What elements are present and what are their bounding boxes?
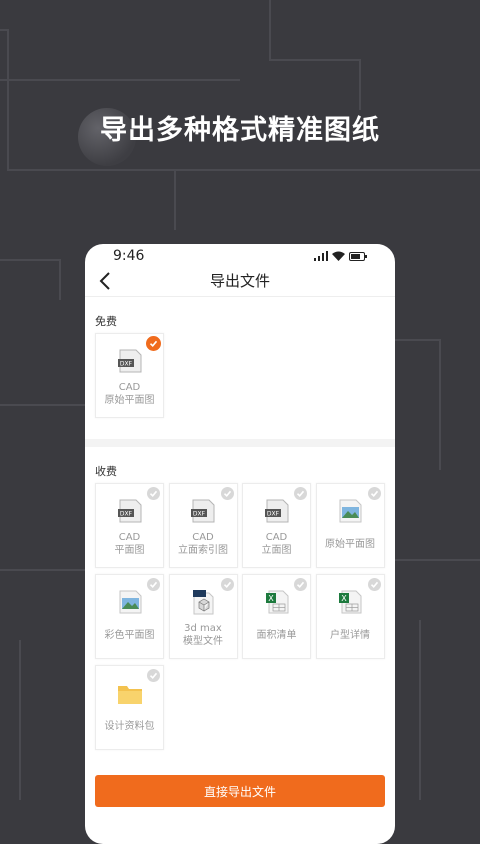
dxf-file-icon: DXF [191, 499, 215, 523]
wifi-icon [332, 251, 345, 261]
option-label-line1: 户型详情 [330, 630, 370, 641]
export-option-tile[interactable]: 设计资料包 [95, 665, 164, 750]
option-label-line2: 平面图 [114, 545, 145, 556]
export-option-label: CAD 原始平面图 [96, 381, 163, 407]
check-mark-icon [149, 340, 158, 347]
export-option-label: 原始平面图 [317, 538, 384, 551]
status-time: 9:46 [113, 248, 145, 264]
excel-file-icon: X [339, 590, 362, 614]
export-option-tile[interactable]: X 户型详情 [315, 574, 385, 659]
unchecked-checkbox[interactable] [294, 487, 307, 500]
option-label-line1: 彩色平面图 [104, 630, 155, 641]
free-options-grid: DXF CAD 原始平面图 [85, 325, 395, 421]
option-label-line2: 立面图 [261, 545, 292, 556]
option-label-line2: 立面索引图 [178, 545, 228, 556]
check-mark-icon [149, 672, 158, 679]
image-file-icon [119, 590, 141, 614]
export-option-tile[interactable]: X 面积清单 [242, 574, 311, 659]
paid-section-label: 收费 [95, 465, 117, 478]
export-option-tile[interactable]: 3d max 模型文件 [168, 574, 238, 659]
dxf-file-icon: DXF [117, 499, 141, 523]
check-mark-icon [370, 581, 378, 588]
unchecked-checkbox[interactable] [294, 578, 307, 591]
section-divider [85, 439, 395, 447]
excel-file-icon: X [265, 590, 288, 614]
export-option-tile[interactable]: DXF CAD 原始平面图 [95, 333, 164, 418]
battery-icon [349, 252, 367, 261]
free-section-label: 免费 [95, 315, 117, 328]
option-label-line2: 模型文件 [183, 636, 223, 647]
signal-icon [314, 251, 328, 261]
check-mark-icon [223, 490, 231, 497]
export-option-label: 设计资料包 [96, 720, 163, 733]
paid-options-grid: DXF CAD 平面图 DXF CAD 立面索引图 DXF CAD 立面图 原始平面图彩色平面图 3… [85, 475, 395, 755]
check-mark-icon [296, 581, 305, 588]
check-mark-icon [370, 490, 378, 497]
svg-text:X: X [268, 594, 274, 603]
export-button[interactable]: 直接导出文件 [95, 775, 385, 807]
option-label-line1: CAD [118, 382, 141, 393]
image-file-icon [339, 499, 362, 523]
phone-screen: 9:46 导出文件 免费 DXF CAD 原始平面图 收费 DXF CAD 平面图 DXF… [85, 244, 395, 844]
export-option-label: 面积清单 [243, 629, 310, 642]
export-option-tile[interactable]: 原始平面图 [315, 483, 385, 568]
check-mark-icon [223, 581, 231, 588]
checked-checkbox[interactable] [146, 336, 161, 351]
3d-max-file-icon [193, 590, 214, 615]
dxf-file-icon: DXF [117, 349, 141, 373]
svg-text:DXF: DXF [119, 361, 132, 368]
export-option-label: 3d max 模型文件 [170, 622, 237, 648]
option-label-line2: 原始平面图 [104, 395, 155, 406]
unchecked-checkbox[interactable] [147, 669, 160, 682]
option-label-line1: 面积清单 [256, 630, 297, 641]
export-option-label: 户型详情 [317, 629, 384, 642]
export-option-tile[interactable]: DXF CAD 平面图 [95, 483, 164, 568]
promo-title: 导出多种格式精准图纸 [100, 115, 380, 146]
option-label-line1: 3d max [184, 623, 222, 634]
check-mark-icon [149, 490, 158, 497]
unchecked-checkbox[interactable] [367, 578, 381, 591]
check-mark-icon [149, 581, 158, 588]
export-option-tile[interactable]: DXF CAD 立面索引图 [168, 483, 238, 568]
option-label-line1: 原始平面图 [325, 539, 375, 550]
dxf-file-icon: DXF [264, 499, 288, 523]
export-option-tile[interactable]: 彩色平面图 [95, 574, 164, 659]
status-icons [314, 251, 367, 261]
export-option-label: 彩色平面图 [96, 629, 163, 642]
status-bar: 9:46 [85, 244, 395, 270]
unchecked-checkbox[interactable] [220, 487, 234, 500]
option-label-line1: CAD [192, 532, 214, 543]
svg-text:X: X [341, 594, 347, 603]
export-option-label: CAD 立面图 [243, 531, 310, 557]
option-label-line1: CAD [118, 532, 141, 543]
unchecked-checkbox[interactable] [220, 578, 234, 591]
export-option-label: CAD 平面图 [96, 531, 163, 557]
nav-bar: 导出文件 [85, 270, 395, 297]
export-option-label: CAD 立面索引图 [170, 531, 237, 557]
svg-text:DXF: DXF [266, 511, 279, 518]
svg-text:DXF: DXF [193, 511, 206, 518]
folder-icon [117, 686, 142, 704]
option-label-line1: 设计资料包 [104, 721, 155, 732]
unchecked-checkbox[interactable] [367, 487, 381, 500]
page-title: 导出文件 [209, 272, 270, 290]
unchecked-checkbox[interactable] [147, 487, 160, 500]
option-label-line1: CAD [265, 532, 288, 543]
export-option-tile[interactable]: DXF CAD 立面图 [242, 483, 311, 568]
svg-text:DXF: DXF [119, 511, 132, 518]
check-mark-icon [296, 490, 305, 497]
unchecked-checkbox[interactable] [147, 578, 160, 591]
